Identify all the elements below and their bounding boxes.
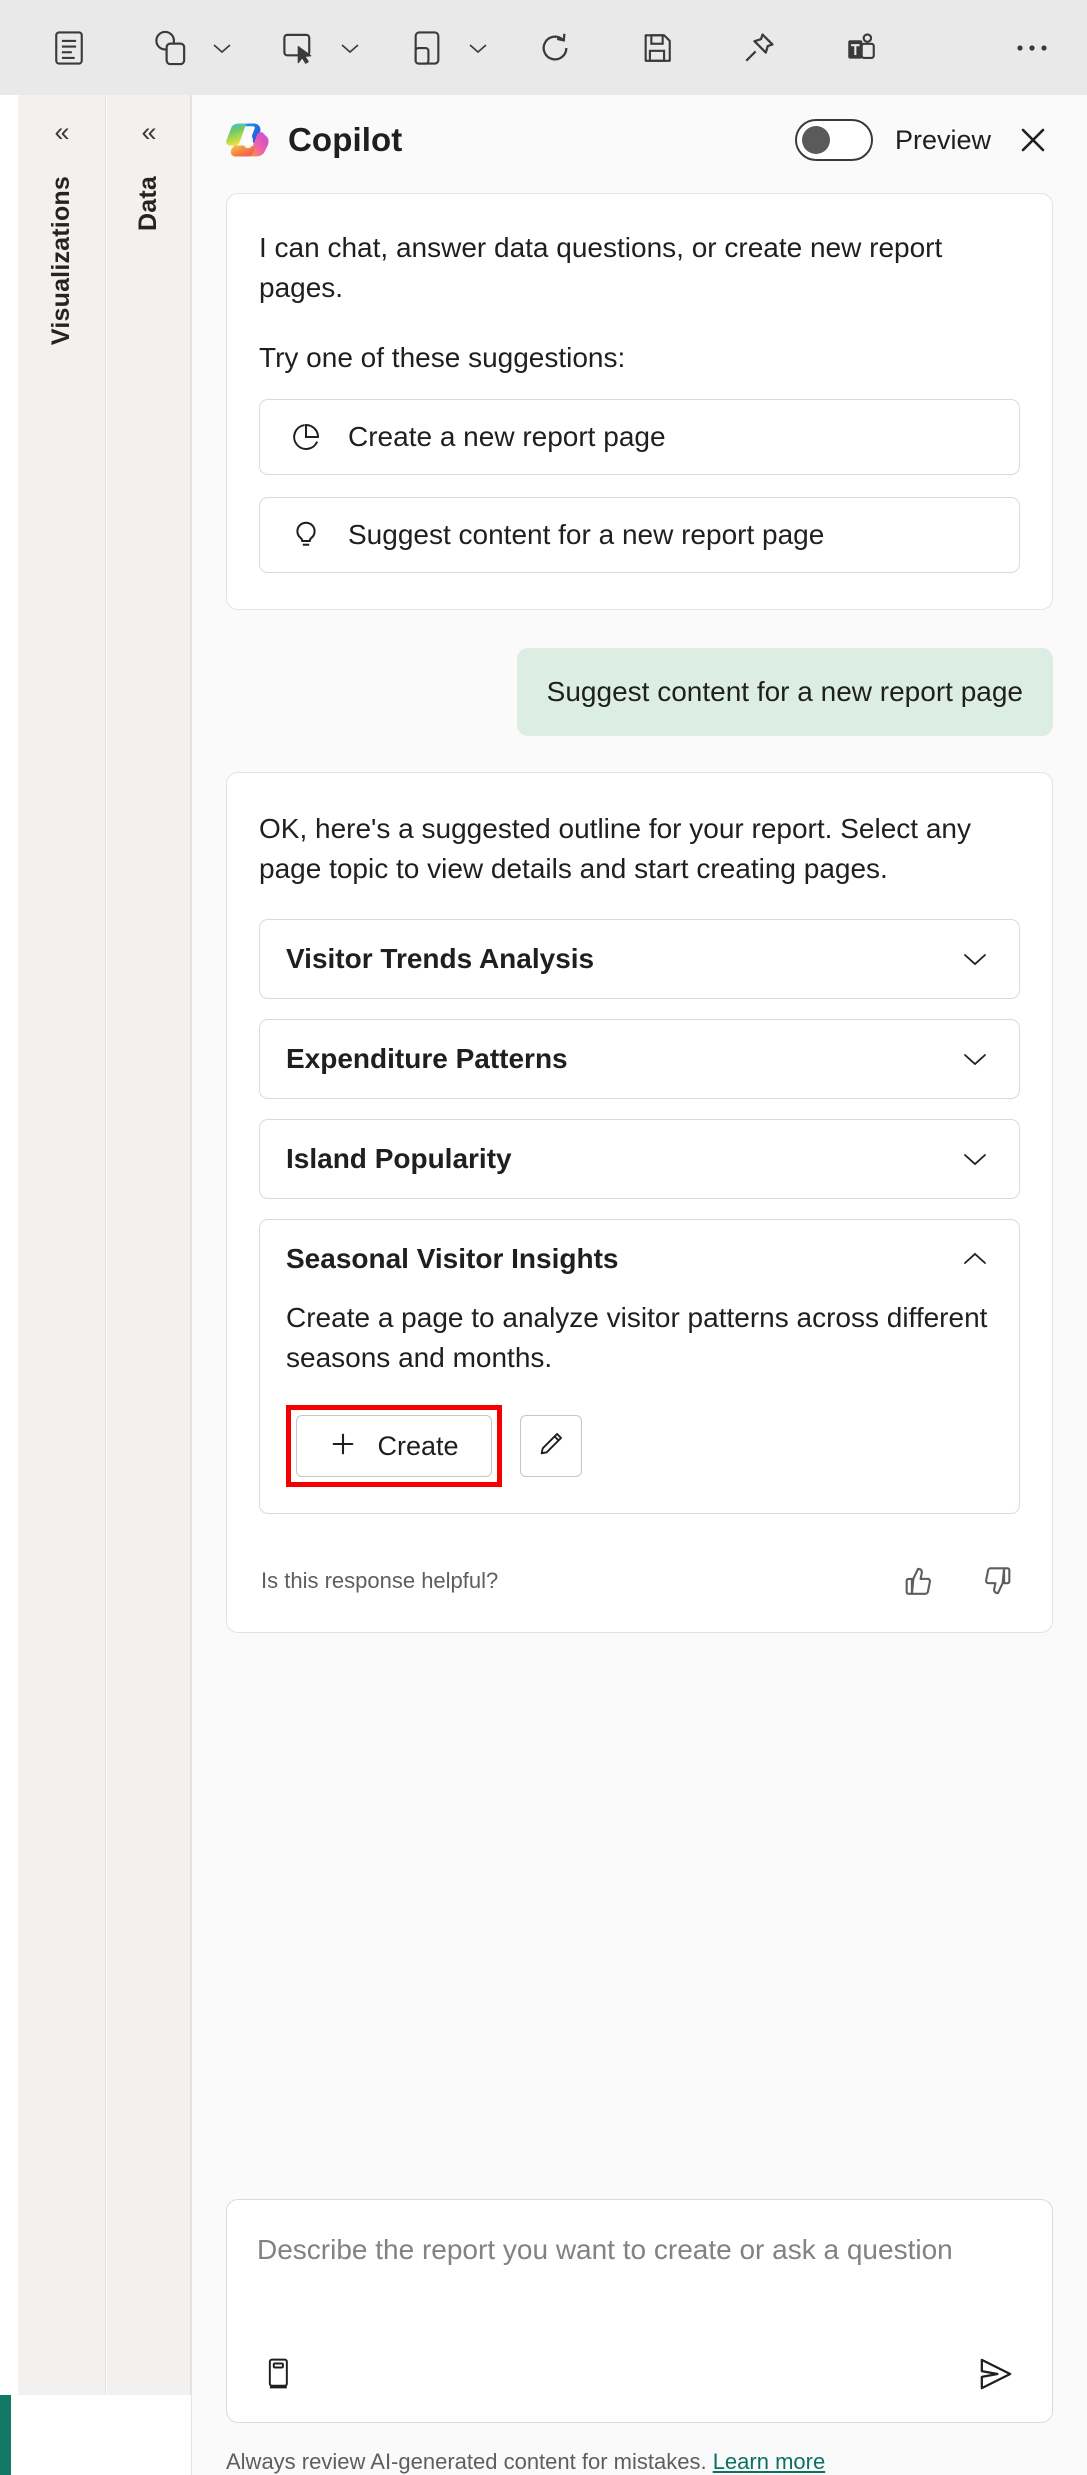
- topic-title: Visitor Trends Analysis: [286, 942, 595, 974]
- feedback-question: Is this response helpful?: [261, 1568, 499, 1594]
- create-button[interactable]: Create: [296, 1415, 492, 1478]
- topic-title: Island Popularity: [286, 1142, 512, 1174]
- topic-item-visitor-trends-analysis[interactable]: Visitor Trends Analysis: [259, 918, 1020, 999]
- edit-button[interactable]: [520, 1415, 582, 1478]
- page-chevron-down-icon[interactable]: [458, 17, 498, 79]
- topic-title: Expenditure Patterns: [286, 1042, 568, 1074]
- pie-chart-icon: [286, 421, 326, 453]
- send-icon[interactable]: [970, 2348, 1022, 2400]
- copilot-composer-area: Describe the report you want to create o…: [192, 2199, 1087, 2423]
- topic-header[interactable]: Island Popularity: [260, 1120, 1019, 1198]
- chevron-down-icon[interactable]: [957, 941, 993, 977]
- copilot-conversation: I can chat, answer data questions, or cr…: [192, 185, 1087, 2199]
- buttons-chevron-down-icon[interactable]: [330, 17, 370, 79]
- user-message-row: Suggest content for a new report page: [226, 648, 1053, 737]
- topic-header[interactable]: Visitor Trends Analysis: [260, 920, 1019, 998]
- topic-header[interactable]: Seasonal Visitor Insights: [260, 1220, 1019, 1298]
- page-tab-accent-bar: [0, 2395, 11, 2475]
- suggestion-create-report-page[interactable]: Create a new report page: [259, 399, 1020, 476]
- visualizations-pane-collapsed[interactable]: « Visualizations: [18, 95, 106, 2395]
- topic-item-island-popularity[interactable]: Island Popularity: [259, 1118, 1020, 1199]
- composer-input[interactable]: Describe the report you want to create o…: [257, 2230, 1022, 2270]
- topic-title: Seasonal Visitor Insights: [286, 1242, 619, 1274]
- lightbulb-icon: [286, 519, 326, 551]
- intro-line-1: I can chat, answer data questions, or cr…: [259, 232, 943, 303]
- shapes-icon[interactable]: [140, 17, 202, 79]
- feedback-icons: [898, 1560, 1018, 1602]
- ai-disclaimer: Always review AI-generated content for m…: [192, 2423, 1087, 2475]
- preview-toggle[interactable]: [794, 119, 873, 161]
- user-message-bubble: Suggest content for a new report page: [516, 648, 1053, 737]
- pencil-icon: [537, 1430, 565, 1463]
- chevron-up-icon[interactable]: [957, 1241, 993, 1277]
- suggestion-label: Suggest content for a new report page: [348, 519, 825, 551]
- close-icon[interactable]: [1013, 120, 1053, 160]
- reply-text: OK, here's a suggested outline for your …: [259, 813, 971, 884]
- visualizations-collapse-icon[interactable]: «: [54, 119, 69, 146]
- teams-icon[interactable]: [830, 17, 892, 79]
- chevron-down-icon[interactable]: [957, 1141, 993, 1177]
- buttons-icon[interactable]: [268, 17, 330, 79]
- topic-description: Create a page to analyze visitor pattern…: [286, 1301, 988, 1373]
- topic-body: Create a page to analyze visitor pattern…: [260, 1298, 1019, 1514]
- refresh-icon[interactable]: [524, 17, 586, 79]
- intro-line-2: Try one of these suggestions:: [259, 341, 626, 373]
- page-icon[interactable]: [396, 17, 458, 79]
- topic-accordion: Visitor Trends Analysis Expenditure Patt…: [259, 918, 1020, 1515]
- topic-actions: Create: [286, 1405, 993, 1488]
- copilot-logo-icon: [226, 123, 269, 157]
- disclaimer-text: Always review AI-generated content for m…: [226, 2449, 707, 2474]
- thumbs-down-icon[interactable]: [976, 1560, 1018, 1602]
- preview-label: Preview: [894, 124, 991, 155]
- pin-icon[interactable]: [728, 17, 790, 79]
- chevron-down-icon[interactable]: [957, 1041, 993, 1077]
- topic-item-expenditure-patterns[interactable]: Expenditure Patterns: [259, 1018, 1020, 1099]
- copilot-panel: Copilot Preview I can chat, answer data …: [191, 95, 1087, 2475]
- more-options-icon[interactable]: [1001, 17, 1063, 79]
- learn-more-link[interactable]: Learn more: [713, 2449, 826, 2474]
- suggestion-label: Create a new report page: [348, 421, 666, 453]
- copilot-reply-card: OK, here's a suggested outline for your …: [226, 772, 1053, 1634]
- create-button-label: Create: [377, 1430, 459, 1461]
- save-icon[interactable]: [626, 17, 688, 79]
- copilot-header: Copilot Preview: [192, 95, 1087, 185]
- copilot-intro-card: I can chat, answer data questions, or cr…: [226, 193, 1053, 611]
- visualizations-pane-label: Visualizations: [47, 176, 75, 346]
- preview-toggle-knob: [801, 126, 830, 154]
- copilot-header-actions: Preview: [794, 119, 1053, 161]
- composer[interactable]: Describe the report you want to create o…: [226, 2199, 1053, 2423]
- data-pane-label: Data: [134, 176, 162, 231]
- text-box-icon[interactable]: [38, 17, 100, 79]
- shapes-chevron-down-icon[interactable]: [202, 17, 242, 79]
- topic-header[interactable]: Expenditure Patterns: [260, 1020, 1019, 1098]
- thumbs-up-icon[interactable]: [898, 1560, 940, 1602]
- plus-icon: [329, 1430, 357, 1463]
- topic-item-seasonal-visitor-insights[interactable]: Seasonal Visitor Insights Create a page …: [259, 1218, 1020, 1515]
- data-pane-collapsed[interactable]: « Data: [107, 95, 191, 2395]
- feedback-row: Is this response helpful?: [259, 1534, 1020, 1632]
- create-button-highlight: Create: [286, 1405, 502, 1488]
- suggestion-suggest-content[interactable]: Suggest content for a new report page: [259, 497, 1020, 574]
- prompt-guide-icon[interactable]: [257, 2352, 301, 2396]
- power-bi-report-window: « Visualizations « Data Copilot Preview …: [0, 0, 1087, 2475]
- composer-actions: [257, 2348, 1022, 2400]
- data-collapse-icon[interactable]: «: [141, 119, 156, 146]
- copilot-title: Copilot: [288, 121, 403, 158]
- report-toolbar: [0, 0, 1087, 95]
